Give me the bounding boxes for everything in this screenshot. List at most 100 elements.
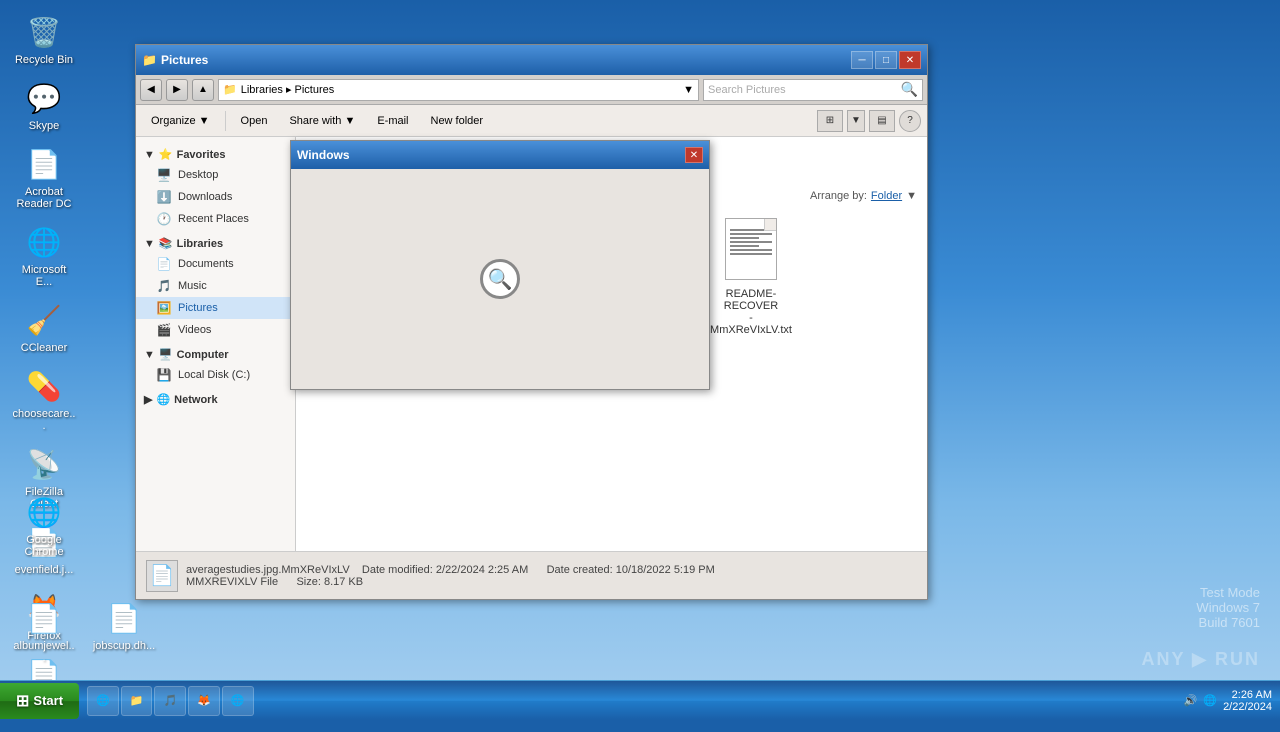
maximize-button[interactable]: □ xyxy=(875,51,897,69)
arrange-dropdown[interactable]: Folder xyxy=(871,190,902,202)
desktop-icon-acrobat[interactable]: 📄 Acrobat Reader DC xyxy=(8,140,80,214)
ccleaner-label: CCleaner xyxy=(21,342,67,354)
search-icon[interactable]: 🔍 xyxy=(901,81,918,98)
sidebar-favorites-section: ▼ ⭐ Favorites 🖥️ Desktop ⬇️ Downloads 🕐 … xyxy=(136,145,295,230)
open-button[interactable]: Open xyxy=(232,108,277,134)
sidebar-item-pictures[interactable]: 🖼️ Pictures xyxy=(136,297,295,319)
desktop-icon-recycle-bin[interactable]: 🗑️ Recycle Bin xyxy=(8,8,80,70)
close-button[interactable]: ✕ xyxy=(899,51,921,69)
jobscup-icon: 📄 xyxy=(104,598,144,638)
readme-label: README-RECOVER-MmXReVIxLV.txt xyxy=(710,288,792,336)
view-change-button[interactable]: ⊞ xyxy=(817,110,843,132)
preview-pane-button[interactable]: ▤ xyxy=(869,110,895,132)
window-controls: ─ □ ✕ xyxy=(851,51,921,69)
desktop-sidebar-icon: 🖥️ xyxy=(156,167,172,183)
sidebar-network-header[interactable]: ▶ 🌐 Network xyxy=(136,390,295,409)
local-disk-icon: 💾 xyxy=(156,367,172,383)
address-bar: ◀ ▶ ▲ 📁 Libraries ▸ Pictures ▼ Search Pi… xyxy=(136,75,927,105)
new-folder-button[interactable]: New folder xyxy=(422,108,493,134)
explorer-titlebar: 📁 Pictures ─ □ ✕ xyxy=(136,45,927,75)
anyrun-text: ANY ▶ RUN xyxy=(1141,649,1260,670)
status-date-modified: 2/22/2024 2:25 AM xyxy=(436,564,528,576)
forward-button[interactable]: ▶ xyxy=(166,79,188,101)
status-info: averagestudies.jpg.MmXReVIxLV Date modif… xyxy=(186,564,715,588)
desktop-icon-jobscup[interactable]: 📄 jobscup.dh... xyxy=(88,594,160,668)
desktop-icon-chrome[interactable]: 🌐 Google Chrome xyxy=(8,488,80,562)
taskbar: ⊞ Start 🌐 📁 🎵 🦊 🌐 🔊 🌐 2:26 AM 2/22/2024 xyxy=(0,680,1280,720)
sidebar-item-desktop[interactable]: 🖥️ Desktop xyxy=(136,164,295,186)
file-item-readme[interactable]: README-RECOVER-MmXReVIxLV.txt xyxy=(706,210,796,340)
tray-network-icon[interactable]: 🌐 xyxy=(1203,694,1217,707)
desktop-icon-albumjewel[interactable]: 📄 albumjewel... xyxy=(8,594,80,668)
recycle-bin-icon: 🗑️ xyxy=(24,12,64,52)
view-dropdown-button[interactable]: ▼ xyxy=(847,110,865,132)
address-path[interactable]: 📁 Libraries ▸ Pictures ▼ xyxy=(218,79,699,101)
search-box[interactable]: Search Pictures 🔍 xyxy=(703,79,923,101)
status-date-modified-label: Date modified: xyxy=(362,564,433,576)
taskbar-media[interactable]: 🎵 xyxy=(154,686,186,716)
local-disk-label: Local Disk (C:) xyxy=(178,369,250,381)
arrange-label: Arrange by: xyxy=(810,190,867,202)
choosecare-label: choosecare... xyxy=(12,408,76,432)
sidebar-computer-section: ▼ 🖥️ Computer 💾 Local Disk (C:) xyxy=(136,345,295,386)
taskbar-edge2[interactable]: 🌐 xyxy=(222,686,254,716)
desktop-icon-skype[interactable]: 💬 Skype xyxy=(8,74,80,136)
address-dropdown-icon[interactable]: ▼ xyxy=(683,84,694,96)
anyrun-watermark: ANY ▶ RUN xyxy=(1141,649,1260,670)
edge-icon: 🌐 xyxy=(24,222,64,262)
sidebar-item-music[interactable]: 🎵 Music xyxy=(136,275,295,297)
sidebar-item-local-disk[interactable]: 💾 Local Disk (C:) xyxy=(136,364,295,386)
desktop-icon-choosecare[interactable]: 💊 choosecare... xyxy=(8,362,80,436)
minimize-button[interactable]: ─ xyxy=(851,51,873,69)
favorites-star-icon: ⭐ xyxy=(159,148,173,161)
email-button[interactable]: E-mail xyxy=(368,108,417,134)
address-text: Libraries ▸ Pictures xyxy=(241,83,335,96)
libraries-expand-icon: ▼ xyxy=(144,238,155,250)
sidebar-network-section: ▶ 🌐 Network xyxy=(136,390,295,409)
chrome-icon: 🌐 xyxy=(24,492,64,532)
open-label: Open xyxy=(241,115,268,127)
dialog-title: Windows xyxy=(297,148,685,162)
back-button[interactable]: ◀ xyxy=(140,79,162,101)
organize-button[interactable]: Organize ▼ xyxy=(142,108,219,134)
build-number: Build 7601 xyxy=(1196,615,1260,630)
network-label: Network xyxy=(174,394,217,406)
status-size: 8.17 KB xyxy=(324,576,363,588)
taskbar-firefox[interactable]: 🦊 xyxy=(188,686,220,716)
downloads-sidebar-icon: ⬇️ xyxy=(156,189,172,205)
sidebar-item-downloads[interactable]: ⬇️ Downloads xyxy=(136,186,295,208)
desktop-icon-edge[interactable]: 🌐 Microsoft E... xyxy=(8,218,80,292)
sidebar-favorites-header[interactable]: ▼ ⭐ Favorites xyxy=(136,145,295,164)
filezilla-icon: 📡 xyxy=(24,444,64,484)
sidebar-libraries-header[interactable]: ▼ 📚 Libraries xyxy=(136,234,295,253)
libraries-icon: 📚 xyxy=(159,237,173,250)
email-label: E-mail xyxy=(377,115,408,127)
sidebar-item-documents[interactable]: 📄 Documents xyxy=(136,253,295,275)
acrobat-label: Acrobat Reader DC xyxy=(12,186,76,210)
windows-logo-icon: ⊞ xyxy=(16,691,29,711)
explorer-title-icon: 📁 xyxy=(142,53,157,67)
dialog-close-button[interactable]: ✕ xyxy=(685,147,703,163)
share-with-button[interactable]: Share with ▼ xyxy=(280,108,364,134)
sidebar-computer-header[interactable]: ▼ 🖥️ Computer xyxy=(136,345,295,364)
tray-volume-icon[interactable]: 🔊 xyxy=(1184,694,1198,707)
videos-label: Videos xyxy=(178,324,211,336)
start-button[interactable]: ⊞ Start xyxy=(0,683,79,719)
arrange-expand-icon[interactable]: ▼ xyxy=(906,190,917,202)
sidebar-item-videos[interactable]: 🎬 Videos xyxy=(136,319,295,341)
libraries-label: Libraries xyxy=(177,238,223,250)
documents-label: Documents xyxy=(178,258,234,270)
up-button[interactable]: ▲ xyxy=(192,79,214,101)
desktop-icon-ccleaner[interactable]: 🧹 CCleaner xyxy=(8,296,80,358)
test-mode-label: Test Mode xyxy=(1196,585,1260,600)
ccleaner-icon: 🧹 xyxy=(24,300,64,340)
taskbar-ie[interactable]: 🌐 xyxy=(87,686,119,716)
help-button[interactable]: ? xyxy=(899,110,921,132)
skype-label: Skype xyxy=(29,120,60,132)
taskbar-explorer[interactable]: 📁 xyxy=(121,686,153,716)
albumjewel-label: albumjewel... xyxy=(12,640,76,664)
skype-icon: 💬 xyxy=(24,78,64,118)
time-display: 2:26 AM xyxy=(1223,689,1272,701)
sidebar-item-recent-places[interactable]: 🕐 Recent Places xyxy=(136,208,295,230)
favorites-label: Favorites xyxy=(177,149,226,161)
